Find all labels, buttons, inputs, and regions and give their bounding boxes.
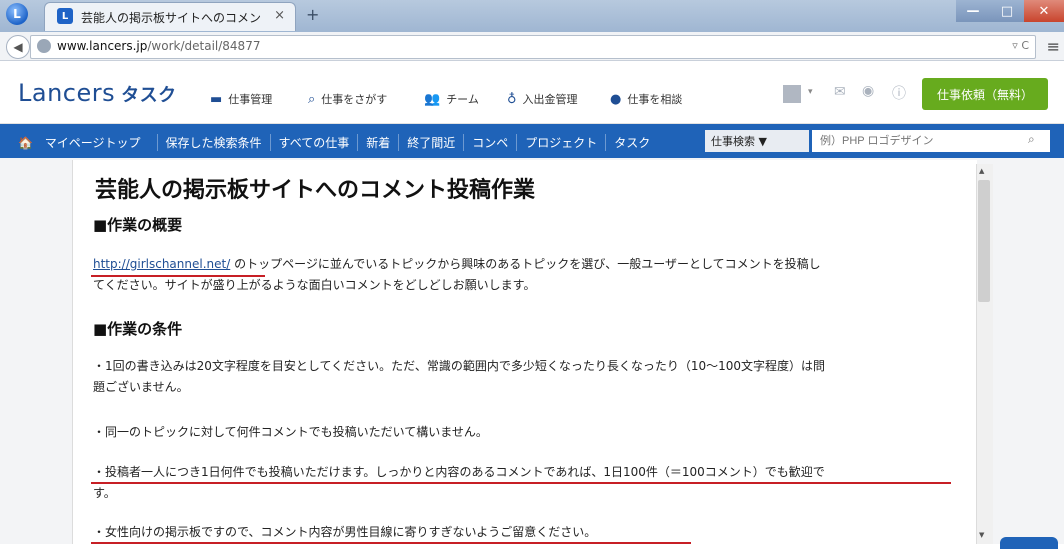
page-title: 芸能人の掲示板サイトへのコメント投稿作業	[95, 178, 536, 203]
mail-icon[interactable]: ✉	[834, 84, 846, 100]
subnav-ending-soon[interactable]: 終了間近	[398, 134, 463, 151]
lancers-logo[interactable]: Lancers タスク	[18, 79, 177, 107]
subnav-new[interactable]: 新着	[357, 134, 398, 151]
tab-close-icon[interactable]: ×	[274, 8, 285, 23]
favicon-icon: L	[57, 8, 73, 24]
conditions-heading: ■作業の条件	[93, 320, 183, 338]
avatar[interactable]	[783, 85, 801, 103]
url-bar[interactable]: www.lancers.jp/work/detail/84877 ▿ C	[30, 35, 1036, 59]
browser-titlebar: L L 芸能人の掲示板サイトへのコメン... × + — □ ✕	[0, 0, 1064, 32]
nav-money[interactable]: ♁ 入出金管理	[507, 91, 578, 107]
highlight-underline	[91, 275, 265, 277]
money-icon: ♁	[507, 91, 517, 107]
subnav-compe[interactable]: コンペ	[463, 134, 516, 151]
subnav-task[interactable]: タスク	[605, 134, 658, 151]
menu-icon[interactable]: ≡	[1047, 37, 1060, 56]
search-category-select[interactable]: 仕事検索 ▼	[705, 130, 809, 152]
window-controls: — □ ✕	[956, 0, 1064, 24]
girlschannel-link[interactable]: http://girlschannel.net/	[93, 257, 230, 271]
url-text: www.lancers.jp/work/detail/84877	[57, 39, 261, 53]
condition-item: ・1回の書き込みは20文字程度を目安としてください。ただ、常識の範囲内で多少短く…	[93, 359, 826, 394]
team-icon: 👥	[424, 91, 441, 107]
globe-icon[interactable]: ◉	[862, 83, 874, 99]
laptop-icon: ▬	[210, 91, 223, 107]
back-button[interactable]: ◀	[6, 35, 30, 59]
subnav-all-jobs[interactable]: すべての仕事	[269, 134, 358, 151]
floating-tab[interactable]	[1000, 537, 1058, 549]
browser-tab[interactable]: L 芸能人の掲示板サイトへのコメン... ×	[44, 2, 296, 31]
new-tab-button[interactable]: +	[306, 5, 319, 24]
maximize-button[interactable]: □	[990, 0, 1024, 22]
search-input[interactable]	[812, 130, 1050, 152]
subnav-mypage[interactable]: 🏠 マイページトップ	[10, 134, 157, 151]
close-window-button[interactable]: ✕	[1024, 0, 1064, 22]
search-icon: ⌕	[308, 91, 316, 107]
avatar-caret-icon[interactable]: ▾	[808, 87, 813, 97]
nav-job-management[interactable]: ▬ 仕事管理	[210, 91, 272, 107]
scroll-down-icon[interactable]: ▼	[979, 531, 984, 539]
browser-logo-icon[interactable]: L	[6, 3, 28, 25]
job-detail: 芸能人の掲示板サイトへのコメント投稿作業 ■作業の概要 http://girls…	[72, 160, 977, 544]
nav-find-work[interactable]: ⌕ 仕事をさがす	[308, 91, 387, 107]
nav-consult[interactable]: ● 仕事を相談	[610, 91, 682, 107]
chat-icon: ●	[610, 91, 622, 107]
highlight-underline	[91, 482, 951, 484]
search-icon[interactable]: ⌕	[1028, 132, 1035, 147]
condition-item: ・同一のトピックに対して何件コメントでも投稿いただいて構いません。	[93, 425, 488, 439]
browser-navbar: ◀ www.lancers.jp/work/detail/84877 ▿ C ≡	[0, 32, 1064, 61]
nav-team[interactable]: 👥 チーム	[424, 91, 479, 107]
subnav-saved-search[interactable]: 保存した検索条件	[156, 134, 270, 151]
minimize-button[interactable]: —	[956, 0, 990, 22]
subnav-project[interactable]: プロジェクト	[516, 134, 605, 151]
request-work-button[interactable]: 仕事依頼（無料）	[922, 78, 1048, 110]
scrollbar-thumb[interactable]	[978, 180, 990, 302]
help-icon[interactable]: ⓘ	[892, 83, 906, 103]
condition-item: ・女性向けの掲示板ですので、コメント内容が男性目線に寄りすぎないようご留意くださ…	[93, 525, 597, 539]
site-identity-icon[interactable]	[37, 39, 51, 53]
tab-title: 芸能人の掲示板サイトへのコメン...	[81, 11, 261, 25]
overview-heading: ■作業の概要	[93, 216, 183, 234]
scroll-up-icon[interactable]: ▲	[979, 167, 984, 175]
reload-icon[interactable]: ▿ C	[1012, 39, 1029, 52]
